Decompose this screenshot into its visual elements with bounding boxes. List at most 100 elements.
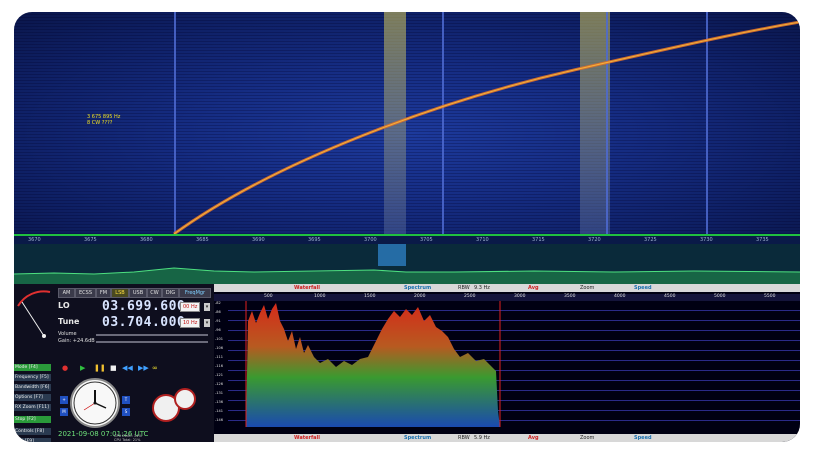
spectrum-frequency-axis: 500 1000 1500 2000 2500 3000 3500 4000 4…	[214, 294, 800, 301]
play-icon[interactable]: ▶	[80, 364, 85, 372]
analog-clock	[70, 378, 120, 428]
spectrum-tick: 2000	[414, 294, 426, 299]
rx-zoom-side-button[interactable]: RX Zoom [F11]	[14, 404, 51, 411]
avg-bottom-label[interactable]: Avg	[528, 434, 539, 442]
mode-fm-button[interactable]: FM	[96, 288, 111, 298]
scale-tick: 3710	[476, 237, 489, 243]
frequency-marker: 3 675 895 Hz 8 CW ????	[87, 114, 120, 126]
spectrum-tick: 500	[264, 294, 273, 299]
schedule-icon[interactable]: S	[122, 408, 130, 416]
rbw-top-value[interactable]: 9.3 Hz	[474, 284, 490, 292]
waterfall-top-label[interactable]: Waterfall	[294, 284, 320, 292]
spectrum-tick: 2500	[464, 294, 476, 299]
spectrum-bottom-label[interactable]: Spectrum	[404, 434, 431, 442]
scale-tick: 3705	[420, 237, 433, 243]
lo-step-select[interactable]: 00 Hz	[180, 302, 201, 312]
pause-icon[interactable]: ❚❚	[94, 364, 106, 372]
cpu-usage: CPU ExtIO: 14% CPU Total: 21%	[114, 434, 142, 442]
chevron-down-icon[interactable]: ▾	[204, 303, 210, 311]
scale-tick: 3715	[532, 237, 545, 243]
rewind-icon[interactable]: ◀◀	[122, 364, 133, 372]
db-tick: -101	[215, 337, 223, 341]
speed-top-label: Speed	[634, 285, 652, 291]
scale-tick: 3700	[364, 237, 377, 243]
mode-usb-button[interactable]: USB	[129, 288, 147, 298]
lo-frequency-display[interactable]: 03.699.600	[102, 299, 185, 314]
passband-window[interactable]	[378, 244, 406, 266]
audio-spectrum-panel: Waterfall Spectrum RBW 9.3 Hz Avg Zoom S…	[214, 284, 800, 442]
mode-dig-button[interactable]: DIG	[162, 288, 179, 298]
s-meter-gauge	[17, 290, 51, 338]
spectrum-top-label[interactable]: Spectrum	[404, 284, 431, 292]
lo-label: LO	[58, 301, 70, 310]
waterfall-bottom-label[interactable]: Waterfall	[294, 434, 320, 442]
stop-side-button[interactable]: Stop [F2]	[14, 416, 51, 423]
app-window: 3 675 895 Hz 8 CW ???? 3670 3675 3680 36…	[14, 12, 800, 442]
bandwidth-side-button[interactable]: Bandwidth [F6]	[14, 384, 51, 391]
audio-spectrum-plot[interactable]	[228, 301, 800, 427]
db-tick: -146	[215, 418, 223, 422]
spectrum-tick: 3500	[564, 294, 576, 299]
scale-tick: 3685	[196, 237, 209, 243]
spectrum-tick: 4500	[664, 294, 676, 299]
db-tick: -86	[215, 310, 221, 314]
mode-am-button[interactable]: AM	[58, 288, 75, 298]
overview-trace	[14, 267, 800, 284]
mode-side-button[interactable]: Mode [F4]	[14, 364, 51, 371]
db-tick: -91	[215, 319, 221, 323]
volume-label: Volume	[58, 331, 77, 337]
spectrum-tick: 1500	[364, 294, 376, 299]
db-tick: -121	[215, 373, 223, 377]
zoom-bottom-label: Zoom	[580, 435, 595, 441]
chevron-down-icon[interactable]: ▾	[204, 319, 210, 327]
controls-side-button[interactable]: Controls [F8]	[14, 428, 51, 435]
avg-top-label[interactable]: Avg	[528, 284, 539, 292]
radio-control-panel: AM ECSS FM LSB USB CW DIG FreqMgr LO 03.…	[14, 284, 214, 442]
tune-frequency-display[interactable]: 03.704.000	[102, 315, 185, 330]
sweep-trace	[173, 20, 800, 234]
db-tick: -96	[215, 328, 221, 332]
fast-forward-icon[interactable]: ▶▶	[138, 364, 149, 372]
scale-tick: 3695	[308, 237, 321, 243]
scale-tick: 3670	[28, 237, 41, 243]
tune-step-select[interactable]: 10 Hz	[180, 318, 201, 328]
db-tick: -116	[215, 364, 223, 368]
db-tick: -141	[215, 409, 223, 413]
scale-tick: 3680	[140, 237, 153, 243]
db-tick: -126	[215, 382, 223, 386]
zoom-top-label: Zoom	[580, 285, 595, 291]
options-side-button[interactable]: Options [F7]	[14, 394, 51, 401]
overview-spectrum[interactable]	[14, 244, 800, 285]
gain-slider[interactable]	[96, 341, 208, 343]
spectrum-area	[246, 303, 500, 427]
mode-ecss-button[interactable]: ECSS	[75, 288, 96, 298]
spectrum-tick: 4000	[614, 294, 626, 299]
timer-icon[interactable]: T	[122, 396, 130, 404]
frequency-side-button[interactable]: Frequency [F5]	[14, 374, 51, 381]
spectrum-tick: 3000	[514, 294, 526, 299]
mode-cw-button[interactable]: CW	[147, 288, 162, 298]
db-tick: -131	[215, 391, 223, 395]
scale-tick: 3690	[252, 237, 265, 243]
clock-config-icon[interactable]: +	[60, 396, 68, 404]
mode-lsb-button[interactable]: LSB	[111, 288, 129, 298]
waterfall-display[interactable]: 3 675 895 Hz 8 CW ????	[14, 12, 800, 234]
spectrum-tick: 5000	[714, 294, 726, 299]
record-icon[interactable]: ●	[62, 364, 68, 372]
alarm-widget-icon[interactable]	[174, 388, 196, 410]
gain-label: Gain: +24.6dB	[58, 338, 95, 344]
exit-side-button[interactable]: Exit [F9]	[14, 438, 51, 442]
rbw-top-label: RBW	[458, 285, 470, 291]
spectrum-top-toolbar: Waterfall Spectrum RBW 9.3 Hz Avg Zoom S…	[214, 284, 800, 292]
db-tick: -106	[215, 346, 223, 350]
db-tick: -82	[215, 301, 221, 305]
freq-manager-button[interactable]: FreqMgr	[179, 288, 211, 298]
loop-icon[interactable]: ∞	[152, 364, 158, 372]
stop-icon[interactable]: ■	[110, 364, 117, 372]
scale-tick: 3675	[84, 237, 97, 243]
clock-mode-icon[interactable]: M	[60, 408, 68, 416]
volume-slider[interactable]	[96, 334, 208, 336]
rbw-bottom-value[interactable]: 5.9 Hz	[474, 434, 490, 442]
scale-tick: 3730	[700, 237, 713, 243]
cpu-total: CPU Total: 21%	[114, 438, 141, 442]
